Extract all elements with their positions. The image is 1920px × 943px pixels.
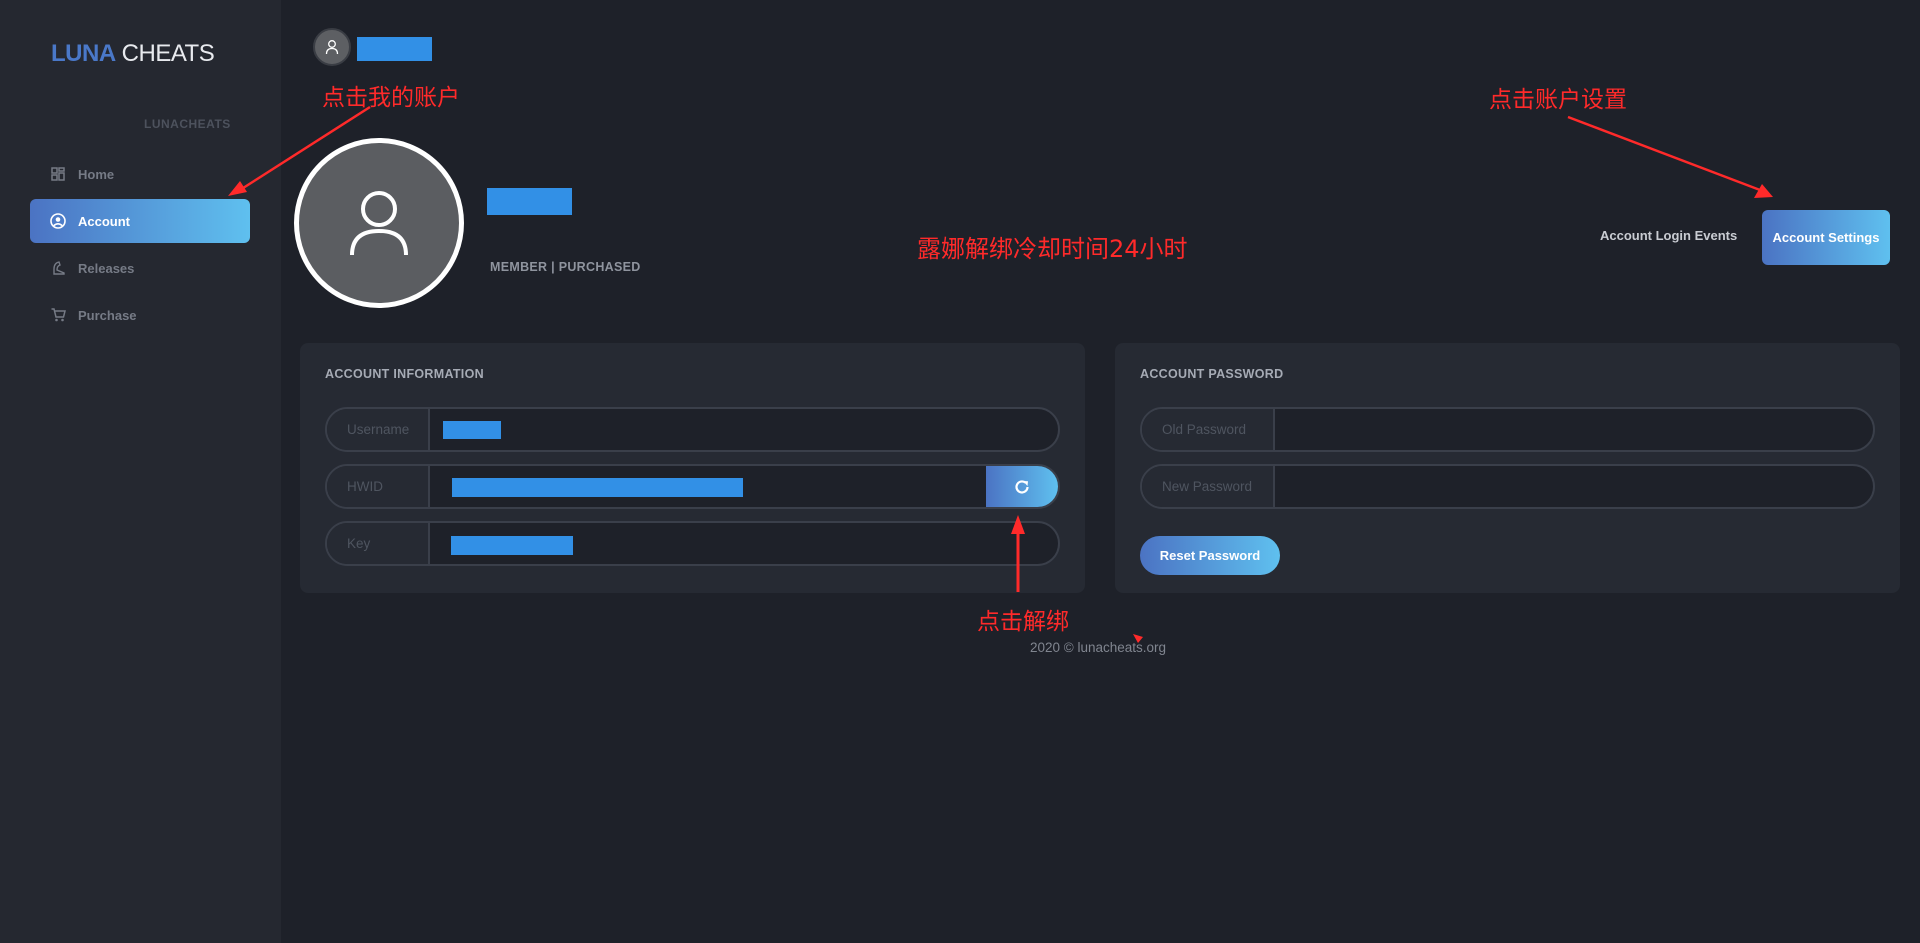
sidebar-item-purchase[interactable]: Purchase	[30, 293, 250, 337]
sidebar-item-label: Account	[78, 213, 130, 229]
new-password-label: New Password	[1142, 466, 1275, 507]
refresh-icon	[1015, 479, 1029, 493]
footer-copyright: 2020 © lunacheats.org	[1030, 640, 1167, 655]
grid-icon	[50, 166, 66, 182]
redacted-username-top	[357, 37, 432, 61]
key-field: Key	[325, 521, 1060, 566]
redacted-hwid	[452, 478, 743, 497]
username-value	[430, 409, 1058, 450]
new-password-field: New Password	[1140, 464, 1875, 509]
redacted-profile-name	[487, 188, 572, 215]
annotation-click-unbind: 点击解绑	[977, 609, 1069, 635]
annotation-click-account-settings: 点击账户设置	[1489, 87, 1627, 113]
card-title: ACCOUNT PASSWORD	[1140, 367, 1284, 381]
sidebar-item-releases[interactable]: Releases	[30, 246, 250, 290]
card-title: ACCOUNT INFORMATION	[325, 367, 484, 381]
hwid-value	[430, 466, 986, 507]
annotation-click-my-account: 点击我的账户	[322, 85, 460, 111]
old-password-input-wrap	[1275, 409, 1873, 450]
sidebar-item-home[interactable]: Home	[30, 152, 250, 196]
reset-password-button[interactable]: Reset Password	[1140, 536, 1280, 575]
redacted-username	[443, 421, 501, 439]
arrow-to-settings	[1567, 115, 1761, 192]
sidebar: LUNA CHEATS LUNACHEATS Home Account Relea…	[0, 0, 281, 943]
rocket-icon	[50, 260, 66, 276]
new-password-input[interactable]	[1275, 466, 1873, 507]
brand-logo[interactable]: LUNA CHEATS	[51, 40, 215, 68]
user-circle-icon	[50, 213, 66, 229]
cart-icon	[50, 307, 66, 323]
account-information-card: ACCOUNT INFORMATION Username HWID Key	[300, 343, 1085, 593]
sidebar-item-account[interactable]: Account	[30, 199, 250, 243]
sidebar-item-label: Releases	[78, 260, 135, 276]
old-password-label: Old Password	[1142, 409, 1275, 450]
user-icon	[350, 191, 408, 256]
brand-part2: CHEATS	[121, 40, 215, 67]
redacted-key	[451, 536, 573, 555]
user-avatar-small[interactable]	[313, 28, 351, 66]
hwid-field: HWID	[325, 464, 1060, 509]
account-password-card: ACCOUNT PASSWORD Old Password New Passwo…	[1115, 343, 1900, 593]
key-value	[430, 523, 1058, 564]
sidebar-section-label: LUNACHEATS	[144, 117, 231, 131]
annotation-cooldown-note: 露娜解绑冷却时间24小时	[917, 235, 1188, 263]
hwid-label: HWID	[327, 466, 430, 507]
new-password-input-wrap	[1275, 466, 1873, 507]
member-status: MEMBER | PURCHASED	[490, 260, 641, 274]
sidebar-item-label: Home	[78, 166, 115, 182]
hwid-reset-button[interactable]	[986, 466, 1058, 507]
arrow-head-settings	[1754, 184, 1773, 198]
username-field: Username	[325, 407, 1060, 452]
user-icon	[325, 40, 339, 55]
key-label: Key	[327, 523, 430, 564]
username-label: Username	[327, 409, 430, 450]
profile-avatar	[294, 138, 464, 308]
account-login-events-link[interactable]: Account Login Events	[1600, 228, 1737, 243]
old-password-input[interactable]	[1275, 409, 1873, 450]
sidebar-item-label: Purchase	[78, 307, 137, 323]
brand-part1: LUNA	[51, 40, 116, 67]
account-settings-button[interactable]: Account Settings	[1762, 210, 1890, 265]
old-password-field: Old Password	[1140, 407, 1875, 452]
